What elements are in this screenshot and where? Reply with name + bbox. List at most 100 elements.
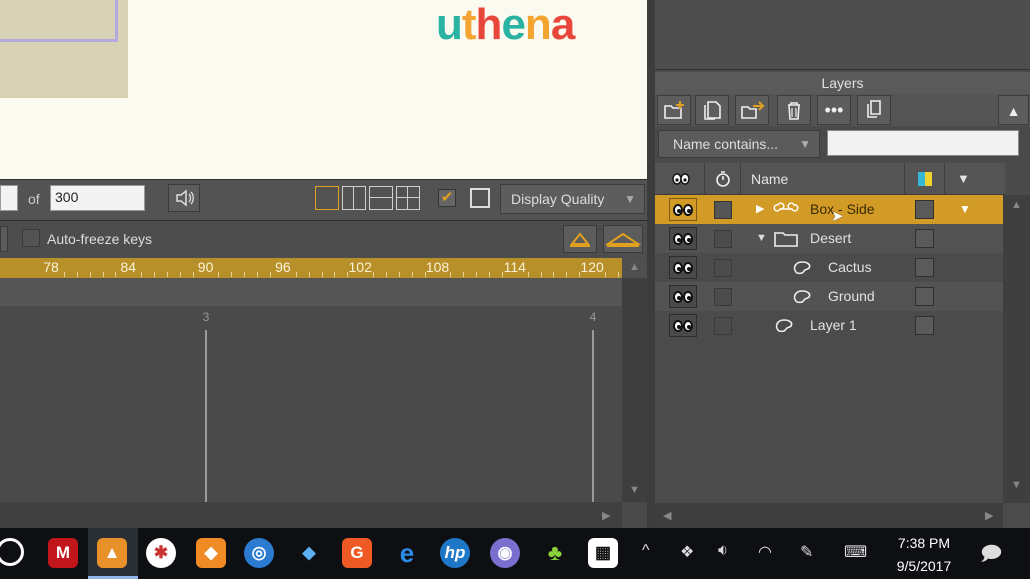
delete-layer-button[interactable] [777,95,811,125]
color-column-header[interactable] [905,163,945,195]
volume-icon[interactable]: 🔉︎ [718,542,728,560]
split-vertical-view-button[interactable] [342,186,366,210]
filter-type-dropdown[interactable]: Name contains... ▼ [658,130,820,158]
eyes-icon[interactable] [669,314,697,337]
current-frame-input[interactable] [0,185,18,211]
layer-name[interactable]: Cactus [828,253,872,282]
eyes-icon[interactable] [669,227,697,250]
timeline-horizontal-scrollbar[interactable]: ▶ [0,502,622,528]
layers-list[interactable]: ▶ Box - Side ▼ ➤ ▼ Desert Cactus Ground Layer 1 [655,195,1003,503]
layers-horizontal-scrollbar[interactable]: ◀ ▶ [655,503,1003,528]
single-view-button[interactable] [315,186,339,210]
timeline-marker-line[interactable] [592,330,594,504]
animate-column-header[interactable] [705,163,741,195]
vector-layer-icon [791,288,817,309]
delete-icon [788,102,800,120]
eyes-icon[interactable] [669,285,697,308]
ruler-tick [102,272,104,277]
timeline-area[interactable]: 34 [0,306,622,504]
layer-name[interactable]: Ground [828,282,875,311]
eyes-icon[interactable] [669,198,697,221]
layer-row[interactable]: Layer 1 [655,311,1003,340]
wifi-icon[interactable]: ◠ [758,542,772,562]
ruler-scroll-up[interactable]: ▲ [622,258,647,278]
onion-skin-checkbox[interactable]: ✔ [438,189,456,207]
keyframe-up-button[interactable] [563,225,597,253]
layer-animate-checkbox[interactable] [714,317,732,335]
figure-app-icon[interactable]: ✱ [146,538,176,568]
clapper-app-icon[interactable]: ▦ [588,538,618,568]
ruler-tick [231,272,233,277]
split-horizontal-view-button[interactable] [369,186,393,210]
collapse-panel-button[interactable]: ▲ [998,95,1029,125]
dropbox-icon[interactable]: ❖ [680,542,694,562]
timeline-marker-line[interactable] [205,330,207,504]
notifications-icon[interactable]: 🗩︎ [980,539,1002,573]
visibility-column-header[interactable] [655,163,705,195]
layer-color-swatch[interactable] [915,287,934,306]
cube-app-icon[interactable]: ◆ [196,538,226,568]
filter-text-input[interactable] [827,130,1019,156]
duplicate-layer-icon [704,101,721,120]
diamond-app-icon[interactable]: ◆ [294,538,324,568]
keyboard-icon[interactable]: ⌨ [844,542,867,562]
timeline-ruler[interactable]: 78 84 90 96 102 108 114 120 [0,258,658,278]
layer-animate-checkbox[interactable] [714,259,732,277]
timeline-edge-button[interactable] [0,226,8,252]
moho-app-icon[interactable]: ▲ [97,538,127,568]
new-layer-button[interactable] [657,95,691,125]
layer-animate-checkbox[interactable] [714,288,732,306]
sound-button[interactable] [168,184,200,212]
layer-color-swatch[interactable] [915,200,934,219]
quad-view-button[interactable] [396,186,420,210]
clock-time[interactable]: 7:38 PM [889,535,959,551]
clock-date[interactable]: 9/5/2017 [889,558,959,574]
canvas-stage[interactable]: uthena [0,0,647,179]
layer-row[interactable]: ▼ Desert [655,224,1003,253]
layer-row[interactable]: Cactus [655,253,1003,282]
g-app-icon[interactable]: G [342,538,372,568]
layer-color-swatch[interactable] [915,316,934,335]
layers-vertical-scrollbar[interactable]: ▲ ▼ [1003,195,1030,503]
layer-row[interactable]: Ground [655,282,1003,311]
edge-browser-icon[interactable]: e [392,538,422,568]
dinosaur-app-icon[interactable]: ♣ [540,538,570,568]
layer-name[interactable]: Layer 1 [810,311,857,340]
layer-color-swatch[interactable] [915,258,934,277]
chevron-down-icon: ▼ [799,137,811,151]
layer-row[interactable]: ▶ Box - Side ▼ ➤ [655,195,1003,225]
auto-freeze-checkbox[interactable] [22,229,40,247]
keyframe-span-button[interactable] [603,225,643,253]
hp-app-icon[interactable]: hp [440,538,470,568]
network-app-icon[interactable]: ◎ [244,538,274,568]
more-options-button[interactable]: ••• [817,95,851,125]
collapsed-triangle-icon[interactable]: ▶ [756,195,764,224]
layer-animate-checkbox[interactable] [714,230,732,248]
bounds-icon[interactable] [470,188,490,208]
ruler-tick [334,272,336,277]
browser-app-icon[interactable]: ◉ [490,538,520,568]
eyes-icon[interactable] [669,256,697,279]
name-column-header[interactable]: Name [741,163,905,195]
logo-letter: e [501,0,526,49]
layer-animate-checkbox[interactable] [714,201,732,219]
export-layer-button[interactable] [735,95,769,125]
duplicate-layer-button[interactable] [695,95,729,125]
display-quality-dropdown[interactable]: Display Quality ▼ [500,184,645,214]
copy-layer-button[interactable] [857,95,891,125]
adobe-app-icon[interactable]: M [48,538,78,568]
stage-artwork [0,0,128,98]
layer-name[interactable]: Desert [810,224,851,253]
timeline-vertical-scrollbar[interactable]: ▼ [622,278,647,502]
search-app-icon[interactable] [0,538,24,566]
ruler-tick [192,272,194,277]
layer-color-swatch[interactable] [915,229,934,248]
chevron-up-icon[interactable]: ^ [642,542,650,560]
expanded-triangle-icon[interactable]: ▼ [756,224,767,253]
new-layer-icon [664,101,684,119]
total-frames-input[interactable]: 300 [50,185,145,211]
column-options-button[interactable]: ▼ [945,163,983,195]
panel-divider[interactable] [647,0,655,528]
chevron-down-icon[interactable]: ▼ [959,195,971,224]
pen-icon[interactable]: ✎ [800,542,813,562]
